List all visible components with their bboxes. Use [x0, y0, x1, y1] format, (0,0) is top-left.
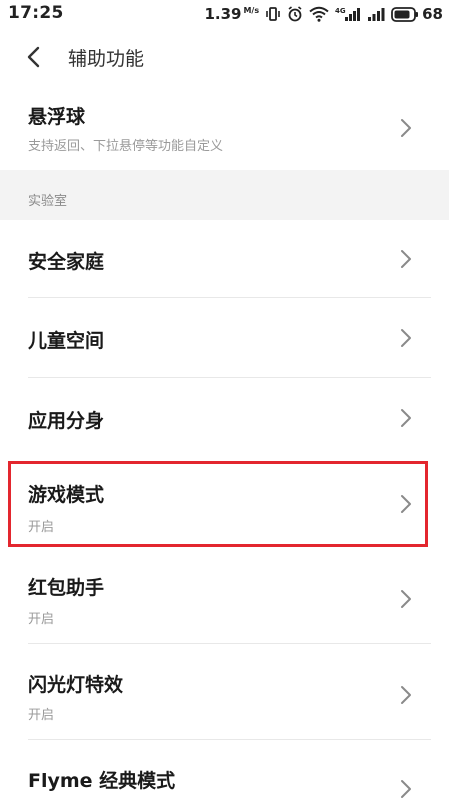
chevron-right-icon: [401, 119, 411, 137]
settings-item-floating-ball[interactable]: 悬浮球 支持返回、下拉悬停等功能自定义: [0, 86, 449, 170]
chevron-right-icon: [401, 329, 411, 347]
vibrate-icon: [265, 6, 281, 22]
settings-item-red-packet-assistant[interactable]: 红包助手 开启: [0, 552, 449, 644]
settings-item-title: 应用分身: [28, 410, 105, 432]
status-icons: 1.39 M/s 4G 68: [204, 3, 443, 25]
chevron-right-icon: [401, 780, 411, 798]
signal-strength-icon-2: [367, 6, 385, 22]
section-header-lab: 实验室: [0, 170, 449, 220]
chevron-right-icon: [401, 409, 411, 427]
chevron-right-icon: [401, 590, 411, 608]
settings-item-flyme-classic-mode[interactable]: Flyme 经典模式: [0, 740, 449, 800]
settings-item-title: 悬浮球: [28, 106, 86, 128]
chevron-right-icon: [401, 250, 411, 268]
settings-item-subtitle: 开启: [28, 708, 55, 723]
status-time: 17:25: [8, 3, 64, 23]
app-header: 辅助功能: [0, 28, 449, 86]
settings-item-kids-space[interactable]: 儿童空间: [0, 298, 449, 378]
settings-item-subtitle: 开启: [28, 612, 55, 627]
chevron-right-icon: [401, 495, 411, 513]
page-title: 辅助功能: [68, 48, 145, 70]
settings-item-title: 游戏模式: [28, 484, 105, 506]
network-speed: 1.39 M/s: [204, 5, 259, 23]
battery-level: 68: [422, 5, 443, 23]
settings-item-subtitle: 支持返回、下拉悬停等功能自定义: [28, 139, 224, 154]
settings-item-safe-family[interactable]: 安全家庭: [0, 220, 449, 298]
settings-item-subtitle: 开启: [28, 520, 55, 535]
status-bar: 17:25 1.39 M/s 4G 68: [0, 0, 449, 28]
settings-item-title: 闪光灯特效: [28, 674, 124, 696]
settings-item-title: Flyme 经典模式: [28, 770, 176, 792]
network-speed-unit: M/s: [243, 6, 260, 15]
section-label: 实验室: [28, 194, 68, 209]
svg-text:4G: 4G: [335, 7, 346, 15]
battery-icon: [391, 6, 419, 22]
settings-item-flash-effect[interactable]: 闪光灯特效 开启: [0, 644, 449, 740]
settings-item-game-mode[interactable]: 游戏模式 开启: [0, 461, 449, 547]
settings-item-app-clone[interactable]: 应用分身: [0, 378, 449, 458]
settings-item-title: 红包助手: [28, 577, 105, 599]
network-speed-value: 1.39: [204, 5, 242, 23]
battery: 68: [391, 5, 443, 23]
chevron-left-icon: [27, 46, 40, 68]
alarm-icon: [287, 6, 303, 22]
wifi-icon: [309, 6, 329, 22]
settings-item-title: 儿童空间: [28, 330, 105, 352]
signal-strength-icon: 4G: [335, 6, 361, 22]
settings-item-title: 安全家庭: [28, 251, 105, 273]
chevron-right-icon: [401, 686, 411, 704]
back-button[interactable]: [18, 42, 48, 72]
